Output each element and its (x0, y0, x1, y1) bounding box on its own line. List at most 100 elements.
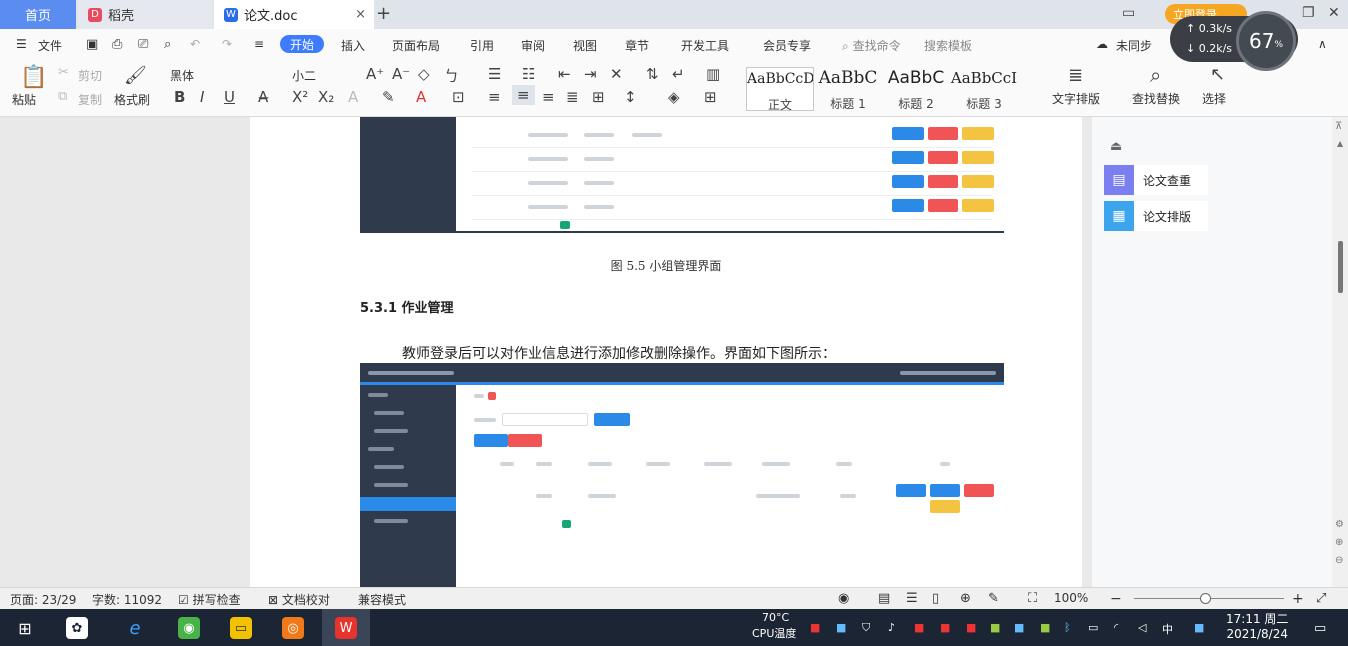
cloud-sync-icon[interactable]: ☁ (1096, 37, 1108, 51)
zoom-slider-handle[interactable] (1200, 593, 1211, 604)
eject-icon[interactable]: ⏏ (1110, 139, 1122, 154)
print-icon[interactable]: ⎚ (138, 37, 148, 52)
increase-indent-icon[interactable]: ⇥ (584, 65, 597, 83)
border-icon[interactable]: ⊞ (704, 88, 717, 106)
strikethrough-icon[interactable]: A̶ (258, 88, 268, 106)
text-layout-button[interactable]: 文字排版 (1052, 90, 1100, 107)
tray-app-icon[interactable]: ■ (914, 621, 924, 634)
redo-icon[interactable]: ↷ (222, 37, 232, 51)
menu-page-layout[interactable]: 页面布局 (392, 37, 440, 54)
close-window-icon[interactable]: ✕ (1328, 5, 1340, 21)
ime-icon[interactable]: 中 (1162, 621, 1173, 637)
bluetooth-icon[interactable]: ᛒ (1064, 621, 1071, 634)
tray-app-icon[interactable]: ■ (990, 621, 1000, 634)
proofread-button[interactable]: ⊠ 文档校对 (268, 591, 330, 608)
document-page[interactable]: 图 5.5 小组管理界面 5.3.1 作业管理 教师登录后可以对作业信息进行添加… (250, 117, 1082, 587)
restore-window-icon[interactable]: ❐ (1302, 5, 1315, 21)
tab-document[interactable]: W 论文.doc × (214, 0, 374, 29)
print-preview-icon[interactable]: ⌕ (164, 37, 171, 52)
collapse-ribbon-icon[interactable]: ∧ (1318, 37, 1327, 51)
search-command[interactable]: ⌕ 查找命令 (842, 37, 901, 54)
output-pdf-icon[interactable]: ⎙ (112, 37, 122, 52)
tray-nvidia-icon[interactable]: ■ (1040, 621, 1050, 634)
copy-icon[interactable]: ⧉ (58, 89, 67, 104)
file-explorer-icon[interactable]: ▭ (230, 617, 252, 639)
sort-icon[interactable]: ⇅ (646, 65, 659, 83)
ie-browser-icon[interactable]: e (124, 617, 146, 639)
pane-collapse-icon[interactable]: ⊼ (1335, 121, 1342, 132)
undo-icon[interactable]: ↶ (190, 37, 200, 51)
bold-icon[interactable]: B (174, 88, 185, 106)
battery-icon[interactable]: ▭ (1088, 621, 1098, 634)
show-marks-icon[interactable]: ↵ (672, 65, 685, 83)
font-size-select[interactable]: 小二 (292, 67, 316, 84)
style-normal[interactable]: AaBbCcDd 正文 (746, 67, 814, 112)
format-painter-icon[interactable]: 🖌 (124, 65, 147, 86)
save-icon[interactable]: ▣ (86, 37, 98, 52)
paste-button[interactable]: 粘贴 (12, 91, 36, 108)
paste-icon[interactable]: 📋 (20, 65, 47, 90)
settings-icon[interactable]: ⚙ (1335, 519, 1344, 530)
zoom-out-icon[interactable]: − (1110, 591, 1122, 607)
select-cursor-icon[interactable]: ↖ (1210, 64, 1225, 85)
page-view-icon[interactable]: ▤ (878, 591, 890, 606)
pinyin-icon[interactable]: ㄅ (444, 65, 459, 86)
sync-status[interactable]: 未同步 (1116, 37, 1152, 54)
zoom-level[interactable]: 100% (1054, 591, 1088, 605)
reader-mode-icon[interactable]: ▭ (1122, 5, 1135, 21)
menu-developer[interactable]: 开发工具 (681, 37, 729, 54)
align-left-icon[interactable]: ≡ (488, 88, 501, 106)
tray-blue-icon[interactable]: ■ (836, 621, 846, 634)
word-count[interactable]: 字数: 11092 (92, 591, 162, 608)
document-area[interactable]: 图 5.5 小组管理界面 5.3.1 作业管理 教师登录后可以对作业信息进行添加… (0, 117, 1092, 587)
find-replace-icon[interactable]: ⌕ (1150, 63, 1161, 87)
tray-app-icon[interactable]: ■ (1194, 621, 1204, 634)
ruler-icon[interactable]: ▥ (706, 65, 720, 83)
tray-app-icon[interactable]: ■ (940, 621, 950, 634)
fullscreen-icon[interactable]: ⤢ (1316, 591, 1326, 606)
spell-check-button[interactable]: ☑ 拼写检查 (178, 591, 241, 608)
memory-usage-gauge[interactable]: 67% (1236, 11, 1296, 71)
select-button[interactable]: 选择 (1202, 90, 1226, 107)
font-color-icon[interactable]: A (416, 88, 426, 106)
superscript-icon[interactable]: X² (292, 88, 308, 106)
zoom-in-pane-icon[interactable]: ⊕ (1335, 537, 1343, 548)
outline-view-icon[interactable]: ☰ (906, 591, 918, 606)
menu-references[interactable]: 引用 (470, 37, 494, 54)
text-effect-icon[interactable]: A (348, 88, 358, 106)
copy-button[interactable]: 复制 (78, 91, 102, 108)
shading-icon[interactable]: ◈ (668, 88, 680, 106)
write-mode-icon[interactable]: ✎ (988, 591, 999, 606)
app-cluster-icon[interactable]: ✿ (66, 617, 88, 639)
menu-file[interactable]: 文件 (38, 37, 62, 54)
cut-button[interactable]: 剪切 (78, 67, 102, 84)
paper-layout-button[interactable]: ▦ 论文排版 (1104, 201, 1208, 231)
tray-shield-icon[interactable]: ⛉ (862, 621, 870, 635)
numbered-list-icon[interactable]: ☷ (522, 65, 535, 83)
wifi-icon[interactable]: ◜ (1114, 621, 1118, 634)
tab-daoke[interactable]: D 稻壳 (78, 0, 212, 29)
tray-app-icon[interactable]: ■ (1014, 621, 1024, 634)
menu-view[interactable]: 视图 (573, 37, 597, 54)
fit-page-icon[interactable]: ⛶ (1028, 591, 1037, 606)
tray-app-icon[interactable]: ■ (966, 621, 976, 634)
menu-chapter[interactable]: 章节 (625, 37, 649, 54)
menu-insert[interactable]: 插入 (341, 37, 365, 54)
menu-member[interactable]: 会员专享 (763, 37, 811, 54)
decrease-indent-icon[interactable]: ⇤ (558, 65, 571, 83)
zoom-out-pane-icon[interactable]: ⊖ (1335, 555, 1343, 566)
cut-icon[interactable]: ✂ (58, 65, 69, 80)
grow-font-icon[interactable]: A⁺ (366, 65, 384, 83)
wps-writer-icon[interactable]: W (335, 617, 357, 639)
chinese-layout-icon[interactable]: ✕ (610, 65, 623, 83)
reading-view-icon[interactable]: ▯ (932, 591, 939, 606)
scroll-up-icon[interactable]: ▲ (1337, 139, 1343, 148)
notification-center-icon[interactable]: ▭ (1314, 621, 1326, 636)
new-tab-button[interactable]: + (376, 3, 391, 24)
style-heading-2[interactable]: AaBbC 标题 2 (882, 67, 950, 111)
italic-icon[interactable]: I (200, 88, 204, 106)
tray-bell-icon[interactable]: ♪ (888, 621, 895, 634)
text-layout-icon[interactable]: ≣ (1068, 65, 1083, 86)
justify-icon[interactable]: ≣ (566, 88, 579, 106)
style-heading-1[interactable]: AaBbC 标题 1 (814, 67, 882, 111)
